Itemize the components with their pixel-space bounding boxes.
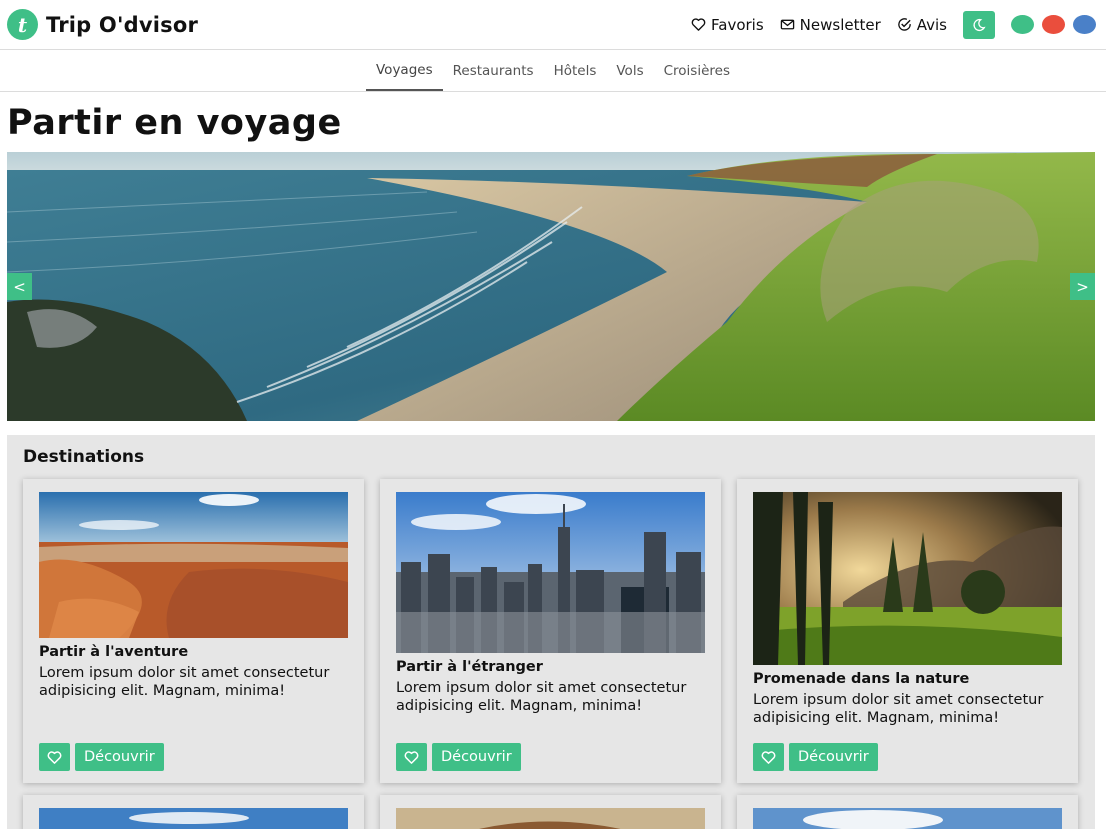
destination-cards: Partir à l'aventure Lorem ipsum dolor si…	[23, 479, 1079, 783]
brand-logo: t	[7, 9, 38, 40]
brand-name: Trip O'dvisor	[46, 12, 198, 37]
card-text: Lorem ipsum dolor sit amet consectetur a…	[39, 665, 330, 699]
destination-card	[23, 795, 364, 829]
favorite-button[interactable]	[753, 743, 784, 771]
destination-card-abroad: Partir à l'étranger Lorem ipsum dolor si…	[380, 479, 721, 783]
discover-button[interactable]: Découvrir	[75, 743, 164, 771]
card-title: Partir à l'aventure	[39, 644, 189, 660]
tab-hotels[interactable]: Hôtels	[544, 50, 607, 91]
card-text: Lorem ipsum dolor sit amet consectetur a…	[753, 692, 1044, 726]
favorite-button[interactable]	[396, 743, 427, 771]
hero-image	[7, 152, 1095, 421]
favoris-label: Favoris	[711, 15, 764, 34]
mail-icon	[780, 19, 794, 30]
destination-cards-row-2	[23, 795, 1079, 829]
tab-croisieres[interactable]: Croisières	[654, 50, 740, 91]
card-image	[39, 808, 348, 829]
color-swatch-green[interactable]	[1011, 15, 1034, 34]
discover-button[interactable]: Découvrir	[789, 743, 878, 771]
card-actions: Découvrir	[396, 743, 521, 771]
top-navbar: t Trip O'dvisor Favoris Newsletter Avis	[0, 0, 1106, 50]
nature-image	[753, 492, 1062, 665]
card-image	[396, 808, 705, 829]
abroad-image	[396, 492, 705, 653]
category-tabs: Voyages Restaurants Hôtels Vols Croisièr…	[0, 50, 1106, 92]
top-actions: Favoris Newsletter Avis	[675, 10, 1096, 39]
destination-card	[737, 795, 1078, 829]
page-title: Partir en voyage	[7, 103, 342, 143]
destinations-section: Destinations Partir à l'aventure Lorem i…	[7, 435, 1095, 829]
moon-icon	[973, 18, 986, 31]
color-swatch-red[interactable]	[1042, 15, 1065, 34]
destination-card	[380, 795, 721, 829]
heart-icon	[404, 750, 419, 764]
heart-icon	[691, 18, 706, 31]
card-title: Promenade dans la nature	[753, 671, 970, 687]
carousel-prev-button[interactable]: <	[7, 273, 32, 300]
hero-carousel: < >	[7, 152, 1095, 421]
card-actions: Découvrir	[753, 743, 878, 771]
tab-restaurants[interactable]: Restaurants	[443, 50, 544, 91]
adventure-image	[39, 492, 348, 638]
theme-toggle-button[interactable]	[963, 10, 995, 39]
card-actions: Découvrir	[39, 743, 164, 771]
heart-icon	[761, 750, 776, 764]
discover-button[interactable]: Découvrir	[432, 743, 521, 771]
heart-icon	[47, 750, 62, 764]
newsletter-link[interactable]: Newsletter	[780, 16, 881, 34]
card-image	[753, 808, 1062, 829]
color-swatch-blue[interactable]	[1073, 15, 1096, 34]
destinations-title: Destinations	[23, 447, 145, 467]
card-title: Partir à l'étranger	[396, 659, 543, 675]
newsletter-label: Newsletter	[799, 15, 881, 34]
favoris-link[interactable]: Favoris	[691, 16, 764, 34]
destination-card-nature: Promenade dans la nature Lorem ipsum dol…	[737, 479, 1078, 783]
avis-link[interactable]: Avis	[897, 16, 947, 34]
favorite-button[interactable]	[39, 743, 70, 771]
brand[interactable]: t Trip O'dvisor	[7, 9, 198, 40]
carousel-next-button[interactable]: >	[1070, 273, 1095, 300]
tab-vols[interactable]: Vols	[606, 50, 653, 91]
destination-card-adventure: Partir à l'aventure Lorem ipsum dolor si…	[23, 479, 364, 783]
check-circle-icon	[898, 18, 911, 31]
avis-label: Avis	[916, 15, 947, 34]
tab-voyages[interactable]: Voyages	[366, 50, 443, 91]
card-text: Lorem ipsum dolor sit amet consectetur a…	[396, 680, 687, 714]
